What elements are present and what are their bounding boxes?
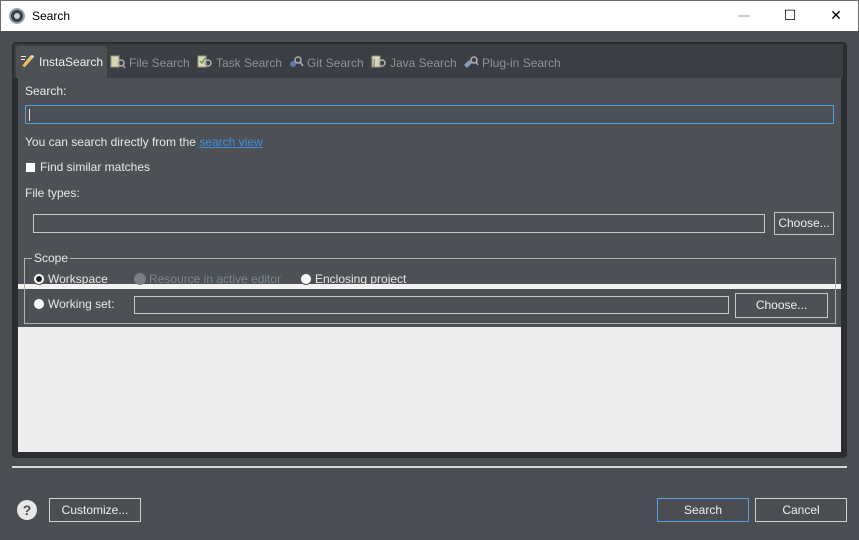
minimize-button[interactable]: — <box>721 1 767 31</box>
java-search-icon: J <box>371 55 386 68</box>
empty-area <box>18 327 841 452</box>
workspace-label: Workspace <box>48 272 108 286</box>
tab-plugin-search[interactable]: Plug-in Search <box>463 48 561 78</box>
file-search-icon <box>110 55 126 69</box>
scope-group: Scope Workspace Resource in active edito… <box>24 251 836 324</box>
find-similar-checkbox[interactable] <box>25 162 36 173</box>
workspace-radio[interactable] <box>33 273 45 285</box>
search-hint-text: You can search directly from the <box>25 135 200 149</box>
footer-divider <box>12 466 847 468</box>
instasearch-panel: Search: You can search directly from the… <box>18 78 841 284</box>
working-set-choose-button[interactable]: Choose... <box>735 293 828 318</box>
enclosing-project-radio[interactable] <box>300 273 312 285</box>
plugin-search-icon <box>464 56 479 68</box>
svg-text:J: J <box>372 58 375 67</box>
file-types-label: File types: <box>25 186 80 200</box>
search-view-link[interactable]: search view <box>199 135 262 149</box>
close-button[interactable]: ✕ <box>813 1 859 31</box>
search-input[interactable] <box>25 105 834 124</box>
tab-label: Plug-in Search <box>482 56 561 70</box>
tab-label: Java Search <box>390 56 457 70</box>
tab-label: Task Search <box>216 56 283 70</box>
search-tab-bar: InstaSearch File Search Task Search Git … <box>14 44 843 78</box>
tab-java-search[interactable]: J Java Search <box>371 48 457 78</box>
window-title: Search <box>32 9 71 23</box>
tab-file-search[interactable]: File Search <box>110 48 190 78</box>
resource-radio <box>134 273 146 285</box>
text-caret <box>29 109 30 121</box>
help-icon[interactable]: ? <box>17 500 37 520</box>
search-dialog-frame: InstaSearch File Search Task Search Git … <box>12 42 847 458</box>
file-types-input[interactable] <box>33 214 765 233</box>
file-types-choose-button[interactable]: Choose... <box>774 212 834 235</box>
instasearch-icon <box>21 55 34 67</box>
cancel-button[interactable]: Cancel <box>755 498 847 522</box>
working-set-input[interactable] <box>134 296 729 314</box>
find-similar-label: Find similar matches <box>40 160 151 174</box>
title-bar: Search — ☐ ✕ <box>0 0 859 31</box>
tab-git-search[interactable]: Git Search <box>288 48 364 78</box>
tab-label: Git Search <box>307 56 364 70</box>
enclosing-project-label: Enclosing project <box>315 272 407 286</box>
task-search-icon <box>197 55 212 68</box>
tab-label: File Search <box>129 56 190 70</box>
search-label: Search: <box>25 84 67 98</box>
search-button[interactable]: Search <box>657 498 749 522</box>
maximize-button[interactable]: ☐ <box>767 1 813 31</box>
search-hint: You can search directly from the search … <box>25 135 263 149</box>
git-search-icon <box>290 56 304 67</box>
resource-label: Resource in active editor <box>149 272 282 286</box>
tab-label: InstaSearch <box>39 55 104 69</box>
working-set-radio[interactable] <box>33 298 45 310</box>
tab-instasearch[interactable]: InstaSearch <box>16 46 108 78</box>
scope-title: Scope <box>32 251 71 265</box>
customize-button[interactable]: Customize... <box>49 498 141 522</box>
working-set-label: Working set: <box>48 297 115 311</box>
tab-task-search[interactable]: Task Search <box>197 48 282 78</box>
eclipse-icon <box>9 8 25 24</box>
